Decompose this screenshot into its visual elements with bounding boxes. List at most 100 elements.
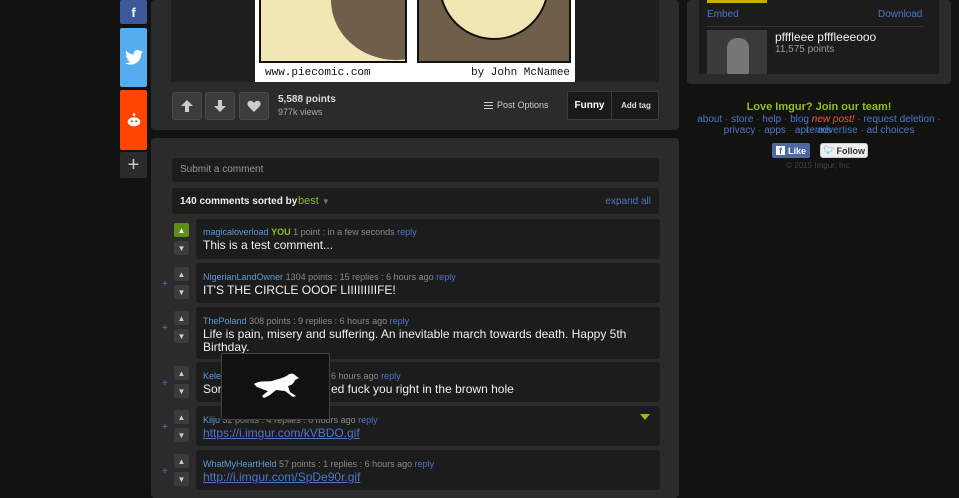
apps-link[interactable]: apps xyxy=(764,125,786,136)
ad-choices-link[interactable]: ad choices xyxy=(867,125,915,136)
twitter-icon xyxy=(124,50,143,65)
comment-upvote[interactable]: ▲ xyxy=(174,410,189,424)
comment-downvote[interactable]: ▼ xyxy=(174,428,189,442)
expand-all-link[interactable]: expand all xyxy=(605,196,651,207)
comment-upvote[interactable]: ▲ xyxy=(174,366,189,380)
collapse-triangle-icon[interactable] xyxy=(640,414,650,420)
comment-meta: magicaloverload YOU 1 point : in a few s… xyxy=(203,227,417,237)
comment-user[interactable]: WhatMyHeartHeld xyxy=(203,459,277,469)
arrow-up-icon: ▲ xyxy=(177,412,186,422)
reply-link[interactable]: reply xyxy=(436,272,456,282)
comment-user[interactable]: Kele xyxy=(203,371,221,381)
comic-shape-right xyxy=(439,0,549,40)
upvote-button[interactable] xyxy=(172,92,202,120)
comment-upvote[interactable]: ▲ xyxy=(174,454,189,468)
tag-funny[interactable]: Funny xyxy=(568,92,612,119)
comment-upvote[interactable]: ▲ xyxy=(174,311,189,325)
reply-link[interactable]: reply xyxy=(358,415,378,425)
post-options-button[interactable]: Post Options xyxy=(484,100,549,110)
arrow-down-icon: ▼ xyxy=(177,430,186,440)
plus-icon: + xyxy=(127,154,140,176)
tag-box: Funny Add tag xyxy=(567,91,659,120)
sort-dropdown[interactable]: best ▼ xyxy=(298,195,330,207)
facebook-icon: f xyxy=(131,4,136,20)
favorite-button[interactable] xyxy=(239,92,269,120)
reply-link[interactable]: reply xyxy=(381,371,401,381)
twitter-icon: 🐦︎ xyxy=(823,145,835,155)
comment-input-placeholder: Submit a comment xyxy=(180,164,264,175)
twitter-follow-button[interactable]: 🐦︎ Follow xyxy=(820,143,868,158)
comment-meta: NigerianLandOwner 1304 points : 15 repli… xyxy=(203,272,456,282)
comment-link[interactable]: https://i.imgur.com/kVBDO.gif xyxy=(203,427,360,440)
expand-replies-button[interactable]: + xyxy=(162,323,168,334)
comic-url: www.piecomic.com xyxy=(265,67,371,79)
arrow-down-icon: ▼ xyxy=(177,287,186,297)
related-thumbnail[interactable] xyxy=(707,30,767,74)
comment-downvote[interactable]: ▼ xyxy=(174,241,189,255)
comic-panel-right xyxy=(417,0,571,63)
comment-stats: 1 point : in a few seconds xyxy=(293,227,395,237)
comment-meta: Kele xyxy=(203,371,221,381)
more-share-button[interactable]: + xyxy=(120,152,147,178)
post-image[interactable]: www.piecomic.com by John McNamee xyxy=(255,0,575,82)
blog-link[interactable]: blog xyxy=(790,114,809,125)
api-link[interactable]: api xyxy=(795,125,808,136)
comment-downvote[interactable]: ▼ xyxy=(174,384,189,398)
reply-link[interactable]: reply xyxy=(397,227,417,237)
downvote-button[interactable] xyxy=(205,92,235,120)
comment-user[interactable]: ThePoland xyxy=(203,316,247,326)
add-tag-button[interactable]: Add tag xyxy=(613,92,659,119)
comment-user[interactable]: NigerianLandOwner xyxy=(203,272,283,282)
comment-text: IT'S THE CIRCLE OOOF LIIIIIIIIIFE! xyxy=(203,283,396,297)
comment-user[interactable]: Kiiju xyxy=(203,415,220,425)
related-title[interactable]: pfffleee pfffleeeooo xyxy=(775,30,876,44)
comment: WhatMyHeartHeld 57 points : 1 replies : … xyxy=(196,450,660,490)
comment-stats: 1304 points : 15 replies : 6 hours ago xyxy=(285,272,434,282)
facebook-like-button[interactable]: f Like xyxy=(772,143,810,158)
arrow-down-icon: ▼ xyxy=(177,331,186,341)
reply-link[interactable]: reply xyxy=(390,316,410,326)
comment-meta: ThePoland 308 points : 9 replies : 6 hou… xyxy=(203,316,409,326)
help-link[interactable]: help xyxy=(762,114,781,125)
arrow-up-icon: ▲ xyxy=(177,269,186,279)
expand-replies-button[interactable]: + xyxy=(162,422,168,433)
expand-replies-button[interactable]: + xyxy=(162,279,168,290)
like-label: Like xyxy=(787,145,806,156)
join-team-text[interactable]: Love Imgur? Join our team! xyxy=(687,101,951,113)
facebook-share-button[interactable]: f xyxy=(120,0,147,24)
divider xyxy=(707,26,924,27)
comment-link[interactable]: http://i.imgur.com/SpDe90r.gif xyxy=(203,471,360,484)
about-link[interactable]: about xyxy=(697,114,722,125)
arrow-down-icon: ▼ xyxy=(177,386,186,396)
comment-upvote[interactable]: ▲ xyxy=(174,223,189,237)
comic-panel-left xyxy=(259,0,407,63)
chevron-down-icon: ▼ xyxy=(321,197,330,206)
comment-upvote[interactable]: ▲ xyxy=(174,267,189,281)
embed-link[interactable]: Embed xyxy=(707,9,739,20)
related-thumb-top xyxy=(707,0,767,3)
twitter-share-button[interactable] xyxy=(120,28,147,87)
expand-replies-button[interactable]: + xyxy=(162,466,168,477)
comment-user[interactable]: magicaloverload xyxy=(203,227,269,237)
comment-meta-right: 6 hours ago reply xyxy=(331,371,401,381)
reply-link[interactable]: reply xyxy=(415,459,435,469)
privacy-link[interactable]: privacy xyxy=(724,125,756,136)
reddit-alien-icon xyxy=(127,113,140,127)
store-link[interactable]: store xyxy=(731,114,753,125)
download-link[interactable]: Download xyxy=(878,9,922,20)
comment-downvote[interactable]: ▼ xyxy=(174,472,189,486)
comment-text: Sor xyxy=(203,382,222,396)
facebook-icon: f xyxy=(775,146,785,156)
request-deletion-link[interactable]: request deletion xyxy=(863,114,934,125)
reddit-share-button[interactable] xyxy=(120,90,147,150)
menu-icon xyxy=(484,101,493,109)
comment-input[interactable]: Submit a comment xyxy=(172,158,659,182)
new-post-badge[interactable]: new post! xyxy=(812,114,855,125)
related-points: 11,575 points xyxy=(775,44,835,55)
arrow-down-icon xyxy=(214,100,226,112)
expand-replies-button[interactable]: + xyxy=(162,378,168,389)
comment-downvote[interactable]: ▼ xyxy=(174,285,189,299)
advertise-link[interactable]: advertise xyxy=(817,125,858,136)
comment-downvote[interactable]: ▼ xyxy=(174,329,189,343)
comment: magicaloverload YOU 1 point : in a few s… xyxy=(196,219,660,259)
